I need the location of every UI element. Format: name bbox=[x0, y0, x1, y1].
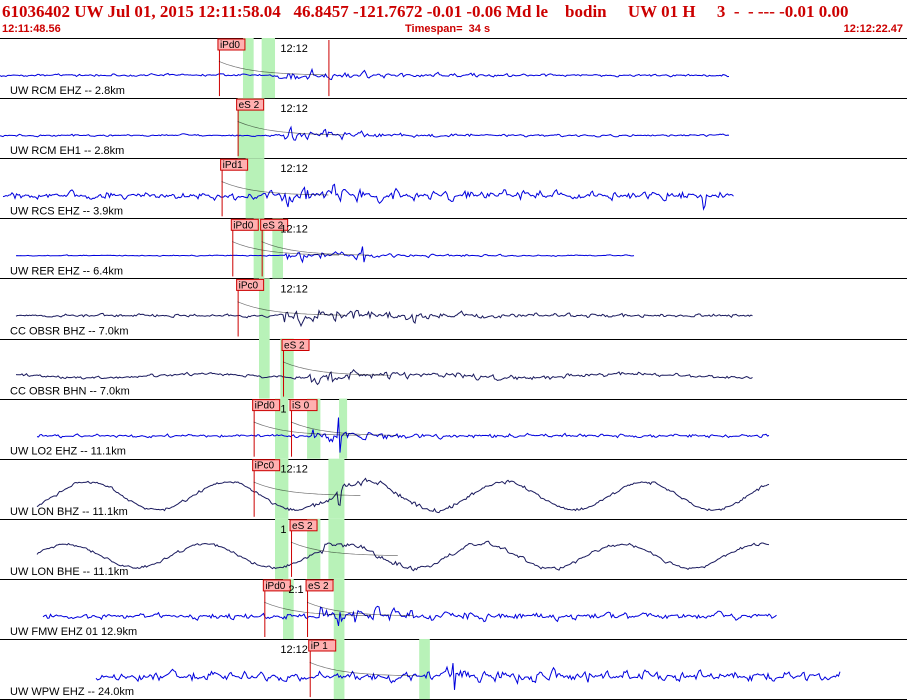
trace-time-label: 2:1 bbox=[288, 584, 303, 596]
pick-label: iPd0 bbox=[233, 220, 253, 231]
pick-label: eS 2 bbox=[239, 100, 260, 111]
pick-label: iPc0 bbox=[255, 461, 275, 472]
waveform-trace[interactable] bbox=[0, 67, 730, 81]
station-label: UW WPW EHZ -- 24.0km bbox=[10, 686, 134, 698]
station-label: UW RCS EHZ -- 3.9km bbox=[10, 205, 123, 217]
waveform-trace[interactable] bbox=[42, 605, 777, 627]
trace-time-label: 12:12 bbox=[280, 223, 308, 235]
trace-time-label: 12:12 bbox=[280, 43, 308, 55]
trace-time-label: 12:12 bbox=[280, 103, 308, 115]
pick-window bbox=[258, 338, 270, 399]
pick-window bbox=[419, 639, 430, 700]
pick-window bbox=[261, 38, 276, 99]
pick-label: iPd0 bbox=[255, 401, 275, 412]
trace-time-label: 12:12 bbox=[280, 464, 308, 476]
waveform-trace[interactable] bbox=[0, 125, 730, 141]
waveform-trace[interactable] bbox=[95, 663, 841, 690]
trace-time-label: 12:12 bbox=[280, 283, 308, 295]
station-label: UW LO2 EHZ -- 11.1km bbox=[10, 446, 126, 458]
start-time: 12:11:48.56 bbox=[2, 23, 61, 35]
trace-time-label: 1 bbox=[280, 524, 286, 536]
pick-label: iPd1 bbox=[223, 160, 243, 171]
coda-fit-curve bbox=[309, 661, 417, 677]
station-label: CC OBSR BHZ -- 7.0km bbox=[10, 326, 129, 338]
timespan: Timespan= 34 s bbox=[405, 23, 491, 35]
pick-window bbox=[245, 158, 265, 219]
station-label: UW LON BHE -- 11.1km bbox=[10, 566, 128, 578]
waveform-trace[interactable] bbox=[15, 309, 753, 328]
station-label: UW RCM EHZ -- 2.8km bbox=[10, 85, 125, 97]
pick-window bbox=[333, 578, 345, 639]
pick-label: eS 2 bbox=[308, 581, 329, 592]
coda-fit-curve bbox=[221, 181, 329, 196]
pick-window bbox=[328, 518, 345, 579]
pick-label: iP 1 bbox=[311, 641, 328, 652]
waveform-trace[interactable] bbox=[36, 417, 770, 453]
pick-label: iS 0 bbox=[292, 401, 310, 412]
station-label: UW RCM EH1 -- 2.8km bbox=[10, 145, 124, 157]
pick-label: eS 2 bbox=[284, 341, 305, 352]
seismogram-panel[interactable]: iPd0 12:12 UW RCM EHZ -- 2.8km eS 2 12:12 UW … bbox=[0, 38, 907, 700]
trace-time-label: 12:12 bbox=[280, 644, 308, 656]
coda-fit-curve bbox=[264, 601, 372, 617]
coda-fit-curve bbox=[282, 361, 390, 376]
pick-label: iPd0 bbox=[265, 581, 285, 592]
waveform-trace[interactable] bbox=[15, 246, 635, 264]
event-title: 61036402 UW Jul 01, 2015 12:11:58.04 46.… bbox=[2, 2, 849, 21]
station-label: UW FMW EHZ 01 12.9km bbox=[10, 626, 137, 638]
coda-fit-curve bbox=[237, 301, 345, 316]
waveform-trace[interactable] bbox=[15, 368, 753, 386]
station-label: UW LON BHZ -- 11.1km bbox=[10, 506, 128, 518]
pick-label: iPd0 bbox=[220, 40, 240, 51]
station-label: CC OBSR BHN -- 7.0km bbox=[10, 386, 130, 398]
station-label: UW RER EHZ -- 6.4km bbox=[10, 265, 123, 277]
waveform-trace[interactable] bbox=[36, 477, 770, 514]
pick-label: iPc0 bbox=[239, 280, 259, 291]
trace-time-label: 1 bbox=[280, 404, 286, 416]
seismogram-header: 61036402 UW Jul 01, 2015 12:11:58.04 46.… bbox=[0, 0, 907, 38]
waveform-trace[interactable] bbox=[36, 540, 770, 572]
trace-time-label: 12:12 bbox=[280, 163, 308, 175]
end-time: 12:12:22.47 bbox=[843, 23, 903, 35]
pick-label: eS 2 bbox=[292, 521, 313, 532]
